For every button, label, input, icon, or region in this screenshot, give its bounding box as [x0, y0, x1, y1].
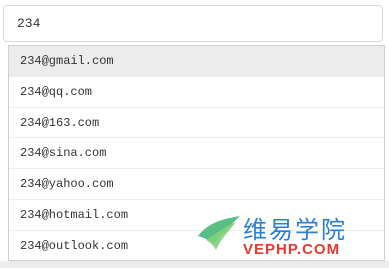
email-autocomplete-widget: 234@gmail.com 234@qq.com 234@163.com 234… — [0, 0, 389, 268]
suggestion-dropdown: 234@gmail.com 234@qq.com 234@163.com 234… — [8, 45, 385, 261]
page-bottom-edge — [0, 261, 389, 268]
suggestion-item[interactable]: 234@outlook.com — [9, 231, 384, 260]
suggestion-item[interactable]: 234@gmail.com — [9, 46, 384, 77]
suggestion-item[interactable]: 234@163.com — [9, 108, 384, 139]
suggestion-item[interactable]: 234@yahoo.com — [9, 169, 384, 200]
suggestion-item[interactable]: 234@qq.com — [9, 77, 384, 108]
email-input-container — [3, 5, 383, 42]
suggestion-item[interactable]: 234@hotmail.com — [9, 200, 384, 231]
email-input[interactable] — [4, 6, 382, 41]
suggestion-item[interactable]: 234@sina.com — [9, 138, 384, 170]
